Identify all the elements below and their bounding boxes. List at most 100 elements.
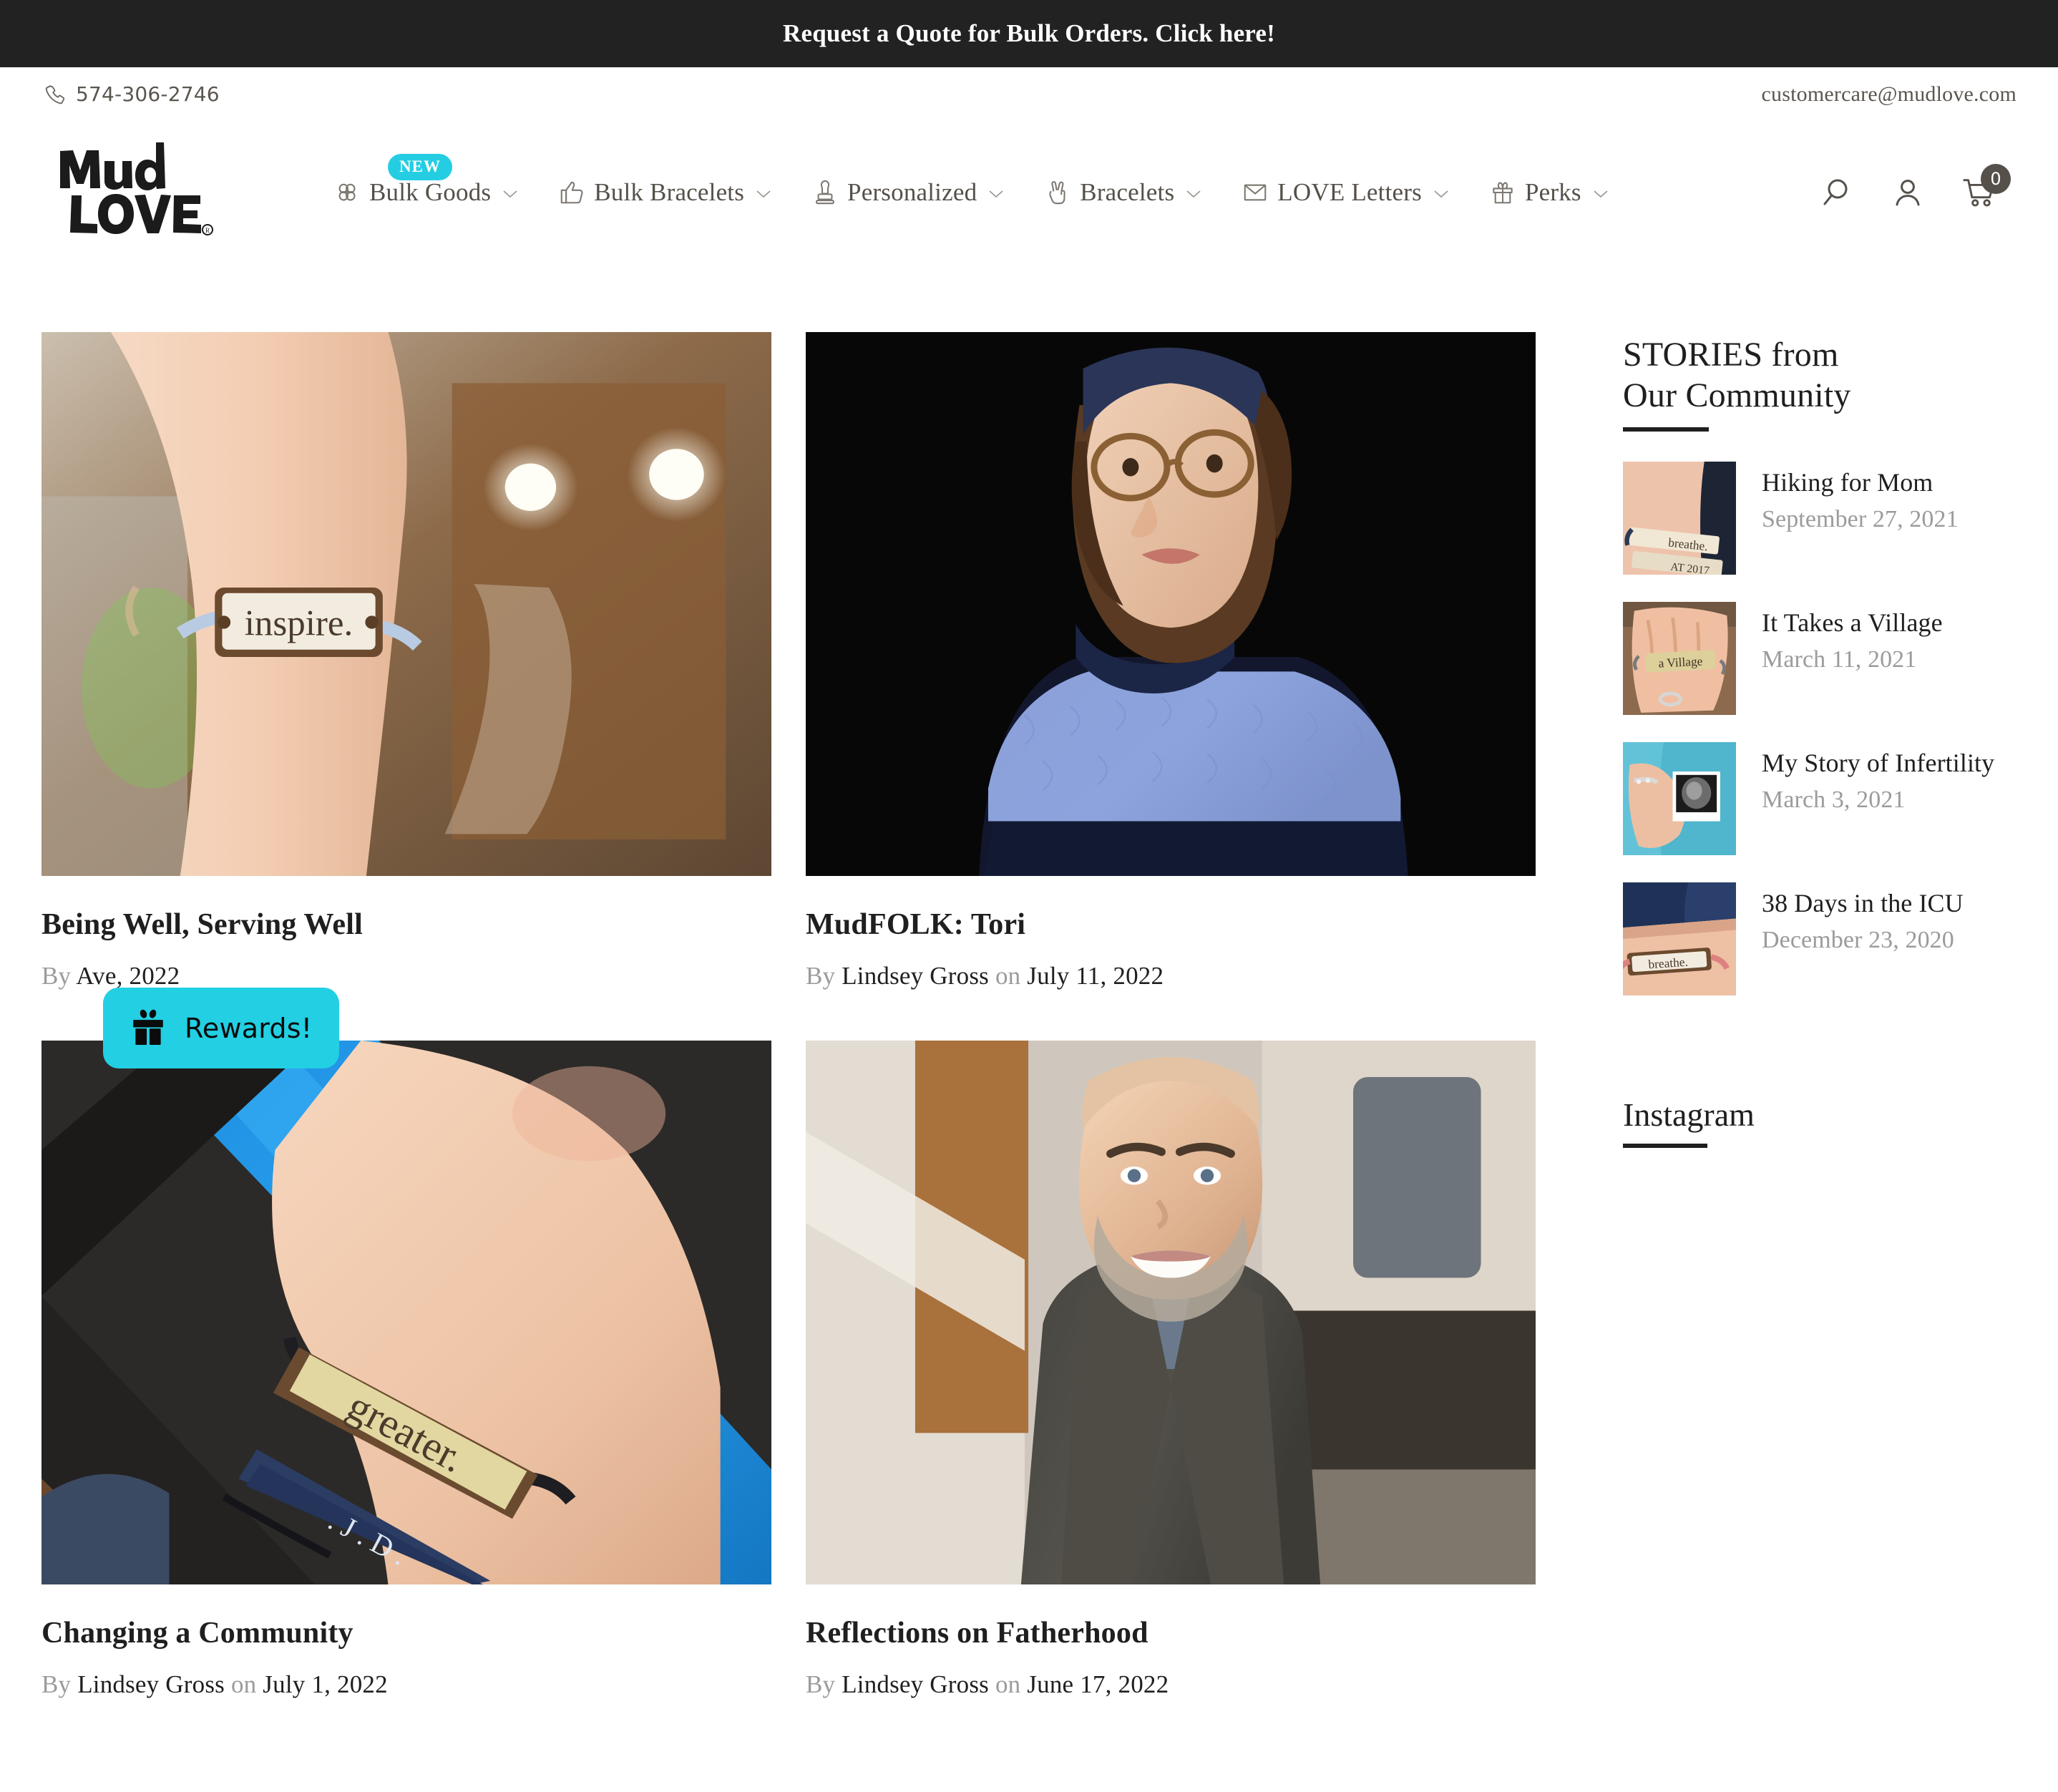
email-link[interactable]: customercare@mudlove.com xyxy=(1762,82,2016,107)
chevron-down-icon xyxy=(756,185,771,203)
byline-by-label: By xyxy=(42,1670,72,1698)
gift-icon xyxy=(127,1008,169,1049)
story-date: March 3, 2021 xyxy=(1762,787,1906,814)
instagram-heading-rule xyxy=(1623,1144,1707,1149)
byline-date: July 11, 2022 xyxy=(1027,962,1164,990)
nav-label-love-letters: LOVE Letters xyxy=(1277,178,1422,206)
story-date: September 27, 2021 xyxy=(1762,506,1959,533)
article-card: Reflections on Fatherhood By Lindsey Gro… xyxy=(806,1041,1536,1699)
account-icon[interactable] xyxy=(1891,175,1925,210)
nav-item-bulk-goods[interactable]: NEW Bulk Goods xyxy=(313,154,538,207)
announcement-bar[interactable]: Request a Quote for Bulk Orders. Click h… xyxy=(0,0,2058,67)
byline-author[interactable]: Lindsey Gross xyxy=(842,1670,989,1698)
announcement-text[interactable]: Request a Quote for Bulk Orders. Click h… xyxy=(783,19,1275,48)
thumbs-up-icon xyxy=(558,179,585,206)
phone-number[interactable]: 574-306-2746 xyxy=(76,82,220,106)
article-image-portrait-father[interactable] xyxy=(806,1041,1536,1584)
list-item[interactable]: a Village It Takes a Village March 11, 2… xyxy=(1623,602,2015,716)
cart-count-badge: 0 xyxy=(1981,164,2011,194)
stories-heading: STORIES from Our Community xyxy=(1623,335,2015,416)
article-byline: By Lindsey Gross on June 17, 2022 xyxy=(806,1670,1536,1699)
gift-icon xyxy=(1489,179,1516,206)
article-image-inspire-bracelet[interactable]: inspire. xyxy=(42,332,771,876)
article-image-portrait-tori[interactable] xyxy=(806,332,1536,876)
nav-label-bracelets: Bracelets xyxy=(1080,178,1175,206)
new-badge: NEW xyxy=(388,154,452,180)
phone-icon xyxy=(44,84,66,105)
story-title[interactable]: 38 Days in the ICU xyxy=(1762,888,1964,918)
stories-heading-rule xyxy=(1623,427,1709,432)
primary-navigation: NEW Bulk Goods Bulk Bracelets Personaliz… xyxy=(220,154,1819,207)
svg-text:a Village: a Village xyxy=(1658,655,1703,671)
byline-author[interactable]: Ave xyxy=(76,962,116,990)
chevron-down-icon xyxy=(1593,185,1609,203)
nav-item-bracelets[interactable]: Bracelets xyxy=(1024,178,1221,207)
byline-on-label: on xyxy=(995,1670,1021,1698)
byline-by-label: By xyxy=(806,1670,836,1698)
byline-date: , 2022 xyxy=(116,962,180,990)
byline-on-label: on xyxy=(230,1670,257,1698)
article-card: greater. . J . D . Changing a Community … xyxy=(42,1041,771,1699)
article-title[interactable]: Changing a Community xyxy=(42,1616,771,1650)
byline-author[interactable]: Lindsey Gross xyxy=(77,1670,225,1698)
chevron-down-icon xyxy=(1186,185,1201,203)
story-thumbnail-hiking-for-mom[interactable]: breathe. AT 2017 xyxy=(1623,462,1736,575)
story-title[interactable]: It Takes a Village xyxy=(1762,608,1943,638)
article-title[interactable]: MudFOLK: Tori xyxy=(806,907,1536,942)
byline-by-label: By xyxy=(42,962,72,990)
sidebar: STORIES from Our Community breathe. AT 2… xyxy=(1537,332,2015,1149)
utility-strip: 574-306-2746 customercare@mudlove.com xyxy=(0,67,2058,121)
story-date: December 23, 2020 xyxy=(1762,927,1954,954)
site-logo[interactable]: R xyxy=(56,137,220,244)
byline-by-label: By xyxy=(806,962,836,990)
envelope-icon xyxy=(1242,179,1269,206)
chevron-down-icon xyxy=(1433,185,1449,203)
nav-label-personalized: Personalized xyxy=(847,178,977,206)
byline-on-label: on xyxy=(995,962,1021,990)
byline-date: June 17, 2022 xyxy=(1027,1670,1169,1698)
article-byline: By Lindsey Gross on July 1, 2022 xyxy=(42,1670,771,1699)
instagram-section: Instagram xyxy=(1623,1096,2015,1149)
nav-item-love-letters[interactable]: LOVE Letters xyxy=(1221,178,1469,207)
search-icon[interactable] xyxy=(1819,175,1853,210)
chevron-down-icon xyxy=(988,185,1004,203)
nav-item-perks[interactable]: Perks xyxy=(1469,178,1629,207)
cart-icon[interactable]: 0 xyxy=(1962,164,2011,210)
nav-label-perks: Perks xyxy=(1524,178,1581,206)
story-date: March 11, 2021 xyxy=(1762,646,1917,673)
byline-author[interactable]: Lindsey Gross xyxy=(842,962,989,990)
stamp-icon xyxy=(811,179,839,206)
main-header: R NEW Bulk Goods Bulk Bracelets Personal… xyxy=(0,121,2058,264)
nav-item-bulk-bracelets[interactable]: Bulk Bracelets xyxy=(538,178,791,207)
story-text: It Takes a Village March 11, 2021 xyxy=(1762,602,1943,673)
stories-heading-line2: Our Community xyxy=(1623,376,1851,414)
article-title[interactable]: Being Well, Serving Well xyxy=(42,907,771,942)
story-thumbnail-it-takes-a-village[interactable]: a Village xyxy=(1623,602,1736,716)
nav-label-bulk-goods: Bulk Goods xyxy=(369,178,492,206)
byline-date: July 1, 2022 xyxy=(263,1670,388,1698)
story-thumbnail-38-days-in-the-icu[interactable]: breathe. xyxy=(1623,882,1736,996)
stories-heading-line1: STORIES from xyxy=(1623,336,1839,374)
rewards-label: Rewards! xyxy=(185,1012,313,1044)
svg-text:R: R xyxy=(205,227,210,234)
nav-label-bulk-bracelets: Bulk Bracelets xyxy=(594,178,745,206)
list-item[interactable]: My Story of Infertility March 3, 2021 xyxy=(1623,742,2015,856)
phone-link[interactable]: 574-306-2746 xyxy=(44,82,220,106)
peace-hand-icon xyxy=(1044,179,1071,206)
rewards-widget-button[interactable]: Rewards! xyxy=(103,988,340,1068)
article-byline: By Ave, 2022 xyxy=(42,962,771,990)
svg-text:inspire.: inspire. xyxy=(245,603,353,643)
story-title[interactable]: My Story of Infertility xyxy=(1762,748,1994,778)
article-title[interactable]: Reflections on Fatherhood xyxy=(806,1616,1536,1650)
story-title[interactable]: Hiking for Mom xyxy=(1762,467,1959,497)
chevron-down-icon xyxy=(502,185,518,203)
story-text: My Story of Infertility March 3, 2021 xyxy=(1762,742,1994,814)
list-item[interactable]: breathe. 38 Days in the ICU December 23,… xyxy=(1623,882,2015,996)
header-icon-group: 0 xyxy=(1819,164,2024,210)
nav-item-personalized[interactable]: Personalized xyxy=(791,178,1024,207)
article-image-greater-bracelet[interactable]: greater. . J . D . xyxy=(42,1041,771,1584)
list-item[interactable]: breathe. AT 2017 Hiking for Mom Septembe… xyxy=(1623,462,2015,575)
svg-text:breathe.: breathe. xyxy=(1648,955,1689,972)
story-thumbnail-my-story-of-infertility[interactable] xyxy=(1623,742,1736,856)
story-text: 38 Days in the ICU December 23, 2020 xyxy=(1762,882,1964,954)
